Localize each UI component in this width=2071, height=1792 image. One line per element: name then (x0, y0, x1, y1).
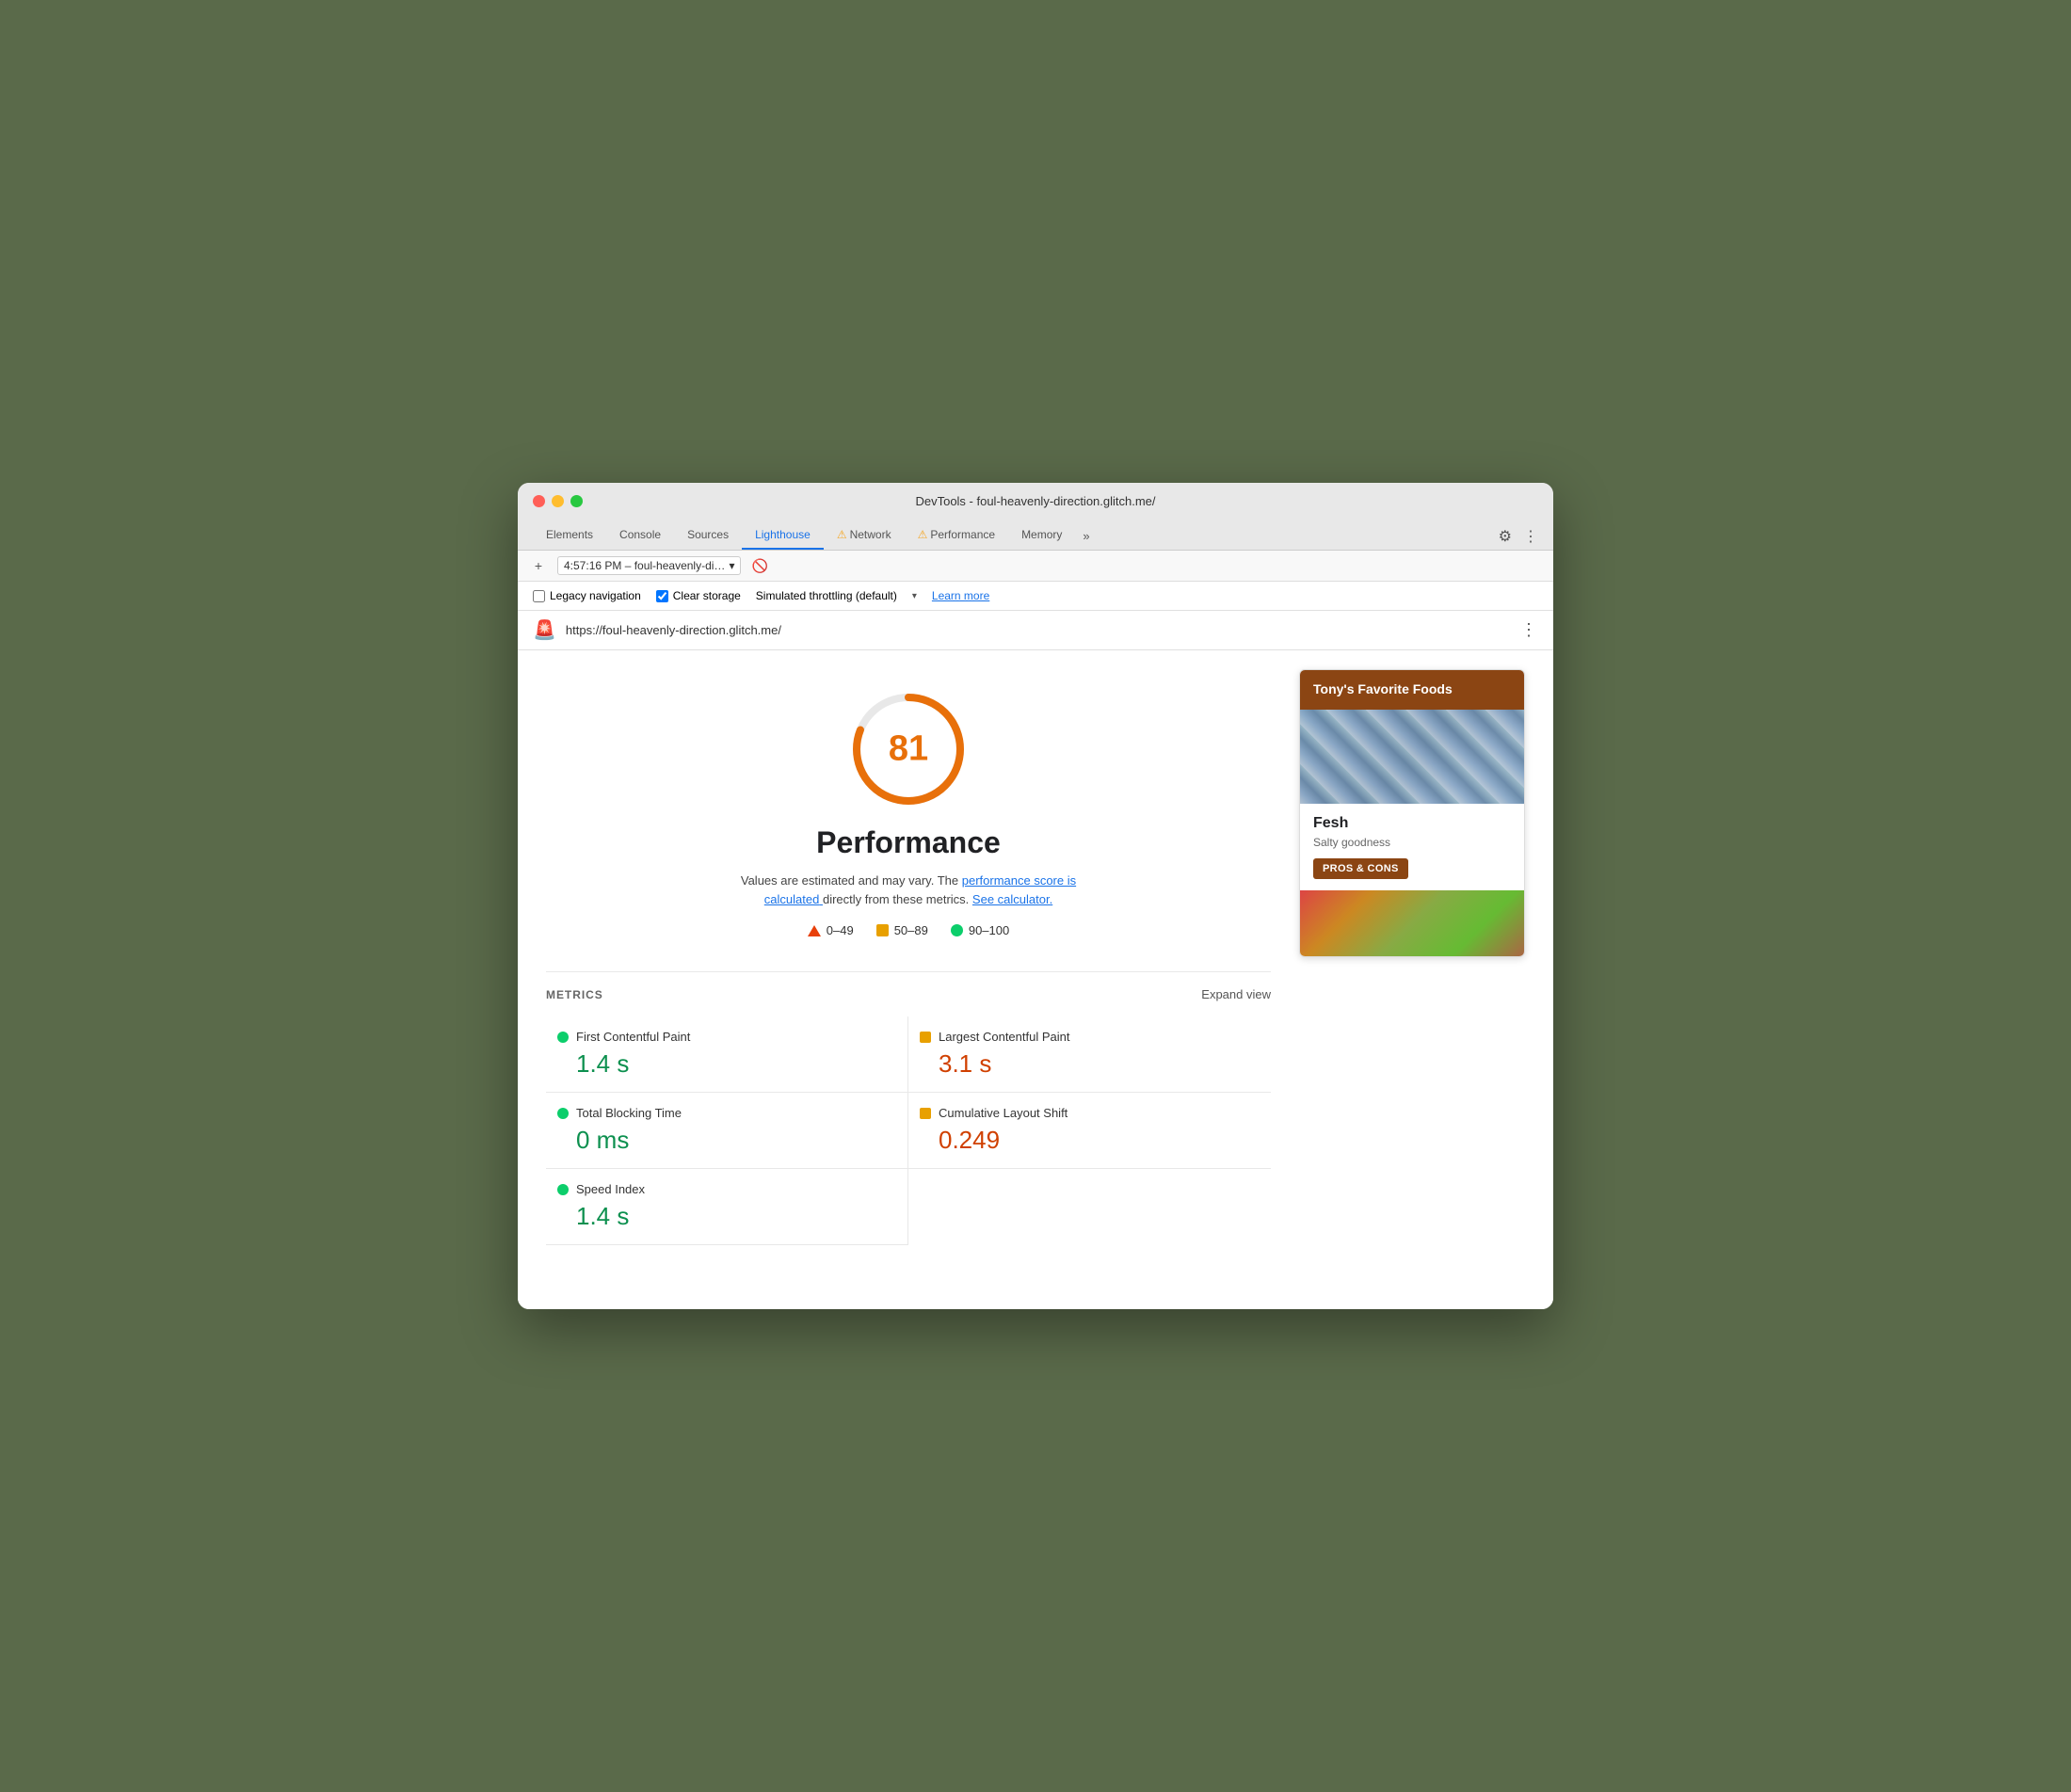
warning-icon-performance: ⚠ (918, 528, 928, 541)
session-toolbar: + 4:57:16 PM – foul-heavenly-di… ▾ 🚫 (518, 551, 1553, 582)
legacy-navigation-option[interactable]: Legacy navigation (533, 589, 641, 602)
tab-lighthouse[interactable]: Lighthouse (742, 521, 824, 550)
poor-icon (808, 925, 821, 936)
metric-fcp: First Contentful Paint 1.4 s (546, 1016, 908, 1093)
preview-card-body: Fesh Salty goodness PROS & CONS (1300, 804, 1524, 890)
cls-label: Cumulative Layout Shift (939, 1106, 1068, 1120)
preview-second-image (1300, 890, 1524, 956)
preview-card: Tony's Favorite Foods Fesh Salty goodnes… (1299, 669, 1525, 957)
fish-image (1300, 710, 1524, 804)
url-text: https://foul-heavenly-direction.glitch.m… (566, 623, 1511, 637)
fcp-value: 1.4 s (557, 1049, 896, 1079)
warning-icon-network: ⚠ (837, 528, 847, 541)
learn-more-link[interactable]: Learn more (932, 589, 989, 602)
more-options-icon[interactable]: ⋮ (1523, 527, 1538, 546)
tab-performance[interactable]: ⚠Performance (905, 521, 1008, 550)
metric-tbt: Total Blocking Time 0 ms (546, 1093, 908, 1169)
food-description: Salty goodness (1313, 836, 1511, 849)
tab-memory[interactable]: Memory (1008, 521, 1075, 550)
good-icon (951, 924, 963, 936)
tbt-label: Total Blocking Time (576, 1106, 682, 1120)
preview-card-header: Tony's Favorite Foods (1300, 670, 1524, 710)
tab-network[interactable]: ⚠Network (824, 521, 905, 550)
clear-storage-option[interactable]: Clear storage (656, 589, 741, 602)
performance-gauge: 81 (847, 688, 970, 810)
metric-cls: Cumulative Layout Shift 0.249 (908, 1093, 1271, 1169)
tbt-status-indicator (557, 1108, 569, 1119)
main-content: 81 Performance Values are estimated and … (518, 650, 1553, 1309)
metrics-header: METRICS Expand view (546, 987, 1271, 1001)
clear-storage-checkbox[interactable] (656, 590, 668, 602)
expand-view-button[interactable]: Expand view (1201, 987, 1271, 1001)
close-button[interactable] (533, 495, 545, 507)
si-label: Speed Index (576, 1182, 645, 1196)
average-icon (876, 924, 889, 936)
url-more-button[interactable]: ⋮ (1520, 620, 1538, 640)
food-name: Fesh (1313, 815, 1511, 832)
metric-si: Speed Index 1.4 s (546, 1169, 908, 1245)
score-section: 81 Performance Values are estimated and … (546, 669, 1271, 956)
metrics-grid: First Contentful Paint 1.4 s Largest Con… (546, 1016, 1271, 1245)
throttling-label: Simulated throttling (default) (756, 589, 897, 602)
maximize-button[interactable] (570, 495, 583, 507)
tabs-bar: Elements Console Sources Lighthouse ⚠Net… (533, 518, 1538, 550)
gauge-score: 81 (889, 729, 928, 770)
performance-title: Performance (816, 825, 1001, 860)
add-session-button[interactable]: + (529, 556, 548, 575)
lighthouse-icon: 🚨 (533, 618, 556, 642)
minimize-button[interactable] (552, 495, 564, 507)
options-bar: Legacy navigation Clear storage Simulate… (518, 582, 1553, 611)
preview-food-image (1300, 710, 1524, 804)
preview-header-text: Tony's Favorite Foods (1313, 681, 1453, 696)
delete-session-button[interactable]: 🚫 (750, 556, 769, 575)
tab-sources[interactable]: Sources (674, 521, 742, 550)
lcp-status-indicator (920, 1032, 931, 1043)
legend-good: 90–100 (951, 923, 1009, 937)
left-panel: 81 Performance Values are estimated and … (546, 669, 1271, 1290)
fcp-label: First Contentful Paint (576, 1030, 690, 1044)
legend-average: 50–89 (876, 923, 928, 937)
si-status-indicator (557, 1184, 569, 1195)
throttling-dropdown-arrow: ▾ (912, 591, 917, 601)
metrics-section: METRICS Expand view First Contentful Pai… (546, 971, 1271, 1245)
devtools-window: DevTools - foul-heavenly-direction.glitc… (518, 483, 1553, 1309)
si-value: 1.4 s (557, 1202, 896, 1231)
session-dropdown-arrow: ▾ (729, 559, 734, 572)
settings-icon[interactable]: ⚙ (1499, 527, 1512, 546)
legacy-navigation-checkbox[interactable] (533, 590, 545, 602)
lcp-value: 3.1 s (920, 1049, 1260, 1079)
cls-value: 0.249 (920, 1126, 1260, 1155)
devtools-actions: ⚙ ⋮ (1499, 527, 1538, 550)
tab-console[interactable]: Console (606, 521, 674, 550)
metric-lcp: Largest Contentful Paint 3.1 s (908, 1016, 1271, 1093)
url-bar: 🚨 https://foul-heavenly-direction.glitch… (518, 611, 1553, 650)
legend-poor: 0–49 (808, 923, 854, 937)
lcp-label: Largest Contentful Paint (939, 1030, 1069, 1044)
fcp-status-indicator (557, 1032, 569, 1043)
cls-status-indicator (920, 1108, 931, 1119)
score-description: Values are estimated and may vary. The p… (730, 872, 1087, 908)
tab-elements[interactable]: Elements (533, 521, 606, 550)
tbt-value: 0 ms (557, 1126, 896, 1155)
pros-cons-button[interactable]: PROS & CONS (1313, 858, 1408, 879)
more-tabs-button[interactable]: » (1075, 522, 1097, 550)
score-legend: 0–49 50–89 90–100 (808, 923, 1009, 937)
calculator-link[interactable]: See calculator. (972, 892, 1052, 906)
metrics-label: METRICS (546, 988, 603, 1001)
session-dropdown[interactable]: 4:57:16 PM – foul-heavenly-di… ▾ (557, 556, 741, 575)
window-title: DevTools - foul-heavenly-direction.glitc… (915, 494, 1155, 508)
title-bar: DevTools - foul-heavenly-direction.glitc… (518, 483, 1553, 551)
right-panel: Tony's Favorite Foods Fesh Salty goodnes… (1299, 669, 1525, 1290)
session-label: 4:57:16 PM – foul-heavenly-di… (564, 559, 725, 572)
traffic-lights (533, 495, 583, 507)
